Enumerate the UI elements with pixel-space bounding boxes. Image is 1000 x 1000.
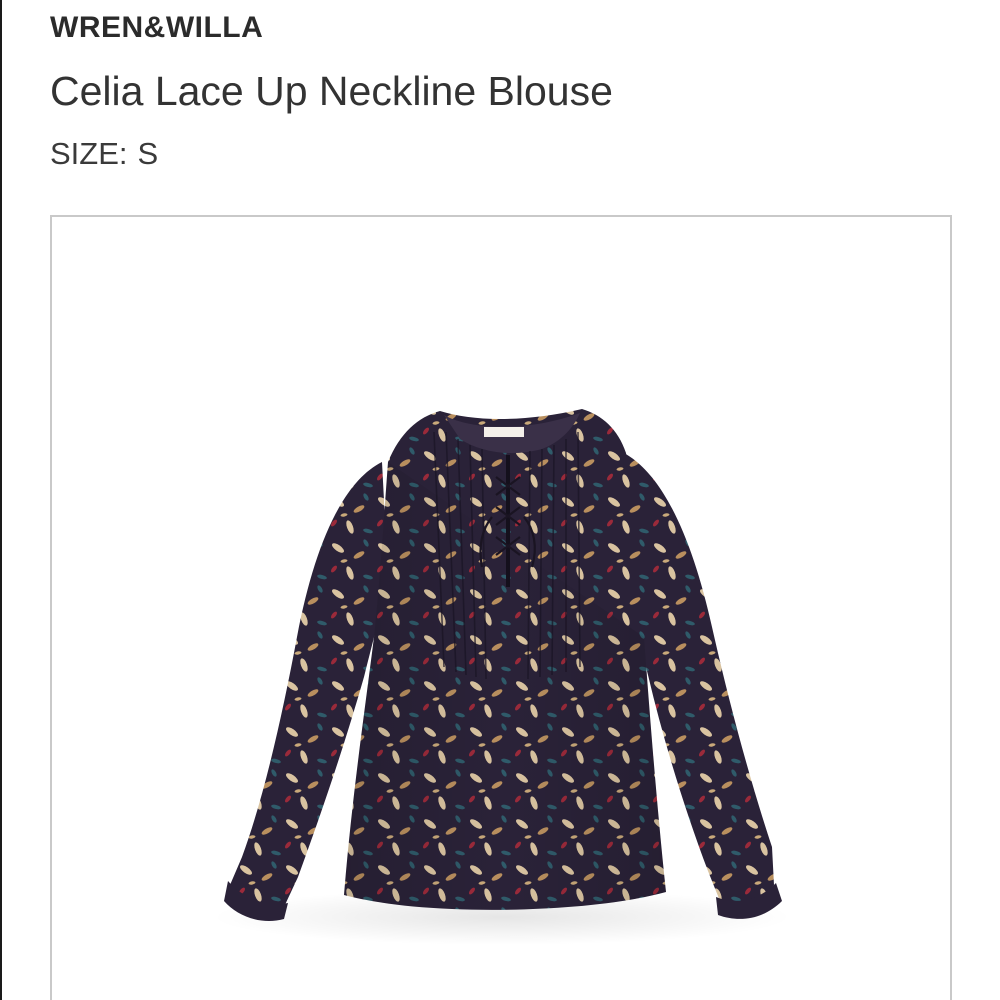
product-image-frame[interactable] [50, 215, 952, 1000]
brand-name[interactable]: WREN&WILLA [50, 8, 263, 48]
size-value: S [137, 136, 159, 171]
blouse-photo-icon [212, 409, 792, 945]
left-border [0, 0, 2, 1000]
product-detail-page: WREN&WILLA Celia Lace Up Neckline Blouse… [0, 0, 1000, 1000]
size-label: SIZE: [50, 136, 128, 171]
product-title: Celia Lace Up Neckline Blouse [50, 68, 613, 114]
size-info: SIZE: S [50, 134, 158, 174]
